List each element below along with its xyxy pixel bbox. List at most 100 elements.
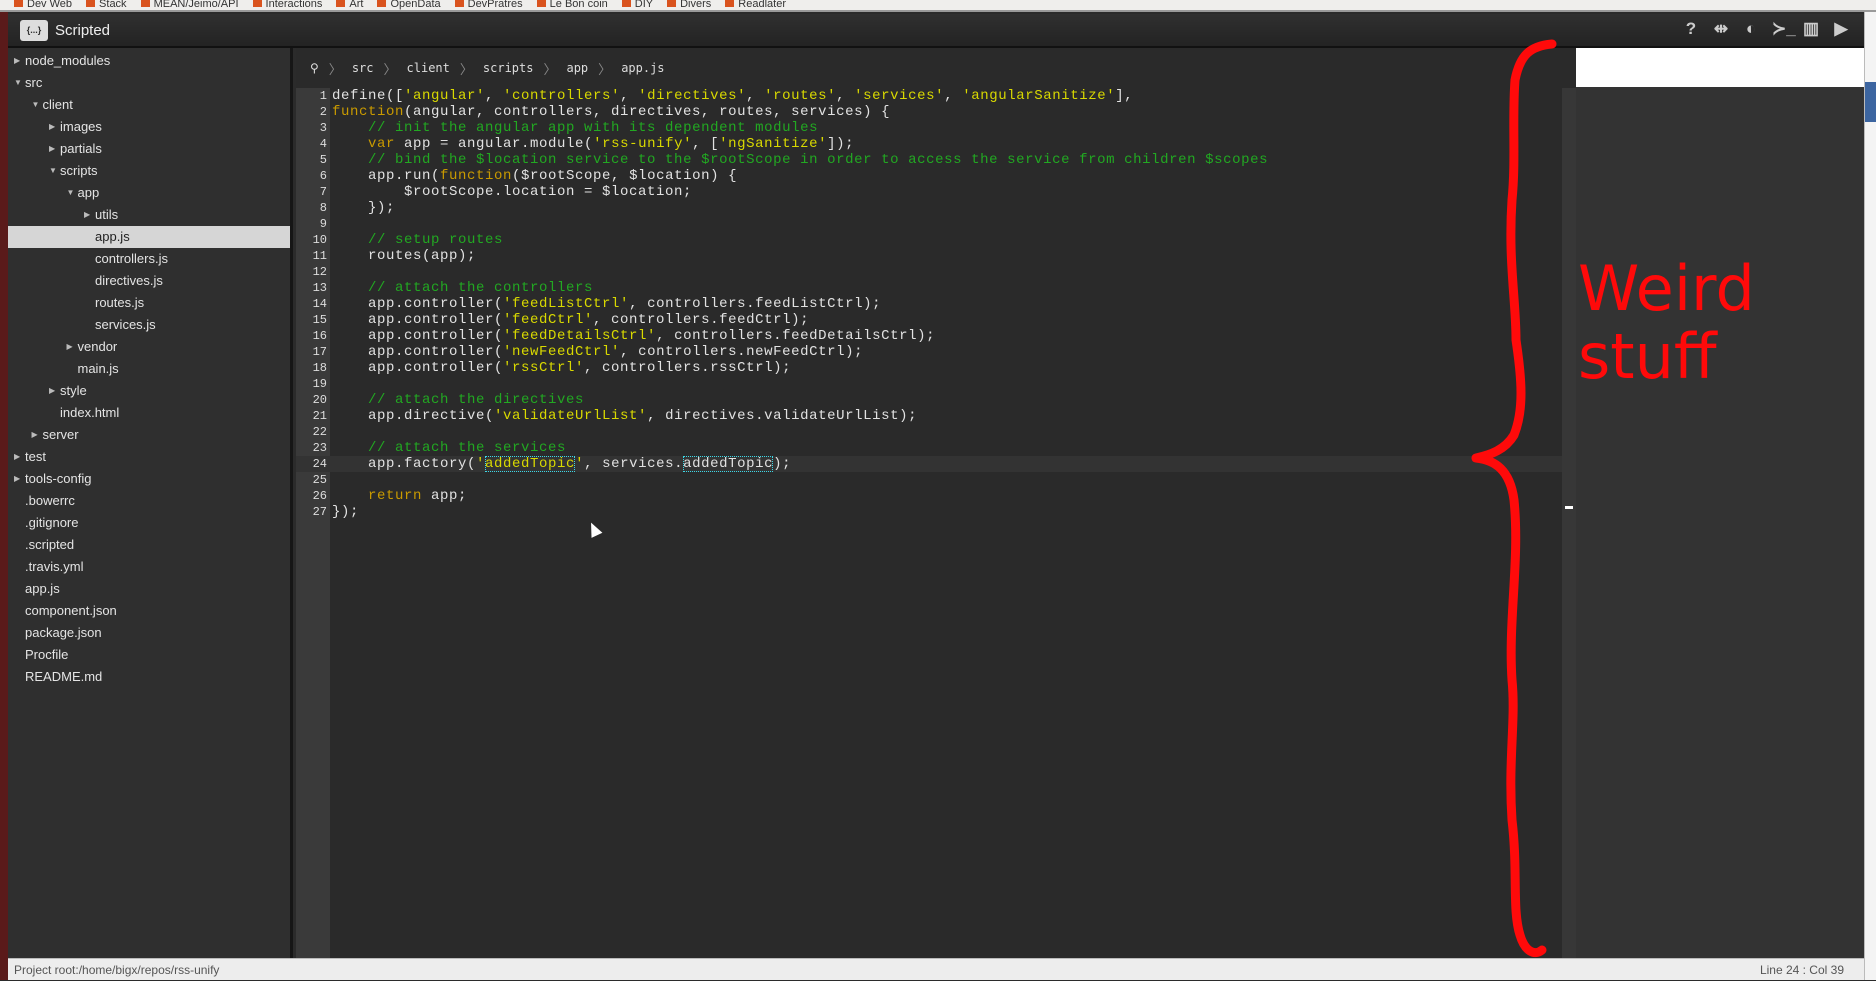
bookmark[interactable]: Readlater [725,0,786,10]
code-line[interactable]: 22 [296,424,1562,440]
breadcrumb-item[interactable]: scripts [483,61,534,75]
tree-item--bowerrc[interactable]: .bowerrc [8,490,290,512]
tree-item-src[interactable]: ▼ src [8,72,290,94]
tree-item-node-modules[interactable]: ▶ node_modules [8,50,290,72]
line-text: app.run(function($rootScope, $location) … [332,168,737,184]
tree-item-scripts[interactable]: ▼ scripts [8,160,290,182]
code-line[interactable]: 6 app.run(function($rootScope, $location… [296,168,1562,184]
code-line[interactable]: 14 app.controller('feedListCtrl', contro… [296,296,1562,312]
chevron-right-icon[interactable]: ▶ [84,204,90,226]
code-line[interactable]: 15 app.controller('feedCtrl', controller… [296,312,1562,328]
code-line[interactable]: 23 // attach the services [296,440,1562,456]
code-line[interactable]: 21 app.directive('validateUrlList', dire… [296,408,1562,424]
bookmark[interactable]: DevPratres [455,0,523,10]
tree-item--scripted[interactable]: .scripted [8,534,290,556]
tree-item-procfile[interactable]: Procfile [8,644,290,666]
tree-item-main-js[interactable]: main.js [8,358,290,380]
editor[interactable]: ⚲ 〉 src 〉 client 〉 scripts 〉 app 〉 app.js 1 define(… [296,48,1576,958]
tree-item-label: images [60,119,102,134]
breadcrumb-item[interactable]: app [566,61,588,75]
tree-item-component-json[interactable]: component.json [8,600,290,622]
tree-item-client[interactable]: ▼ client [8,94,290,116]
chevron-right-icon[interactable]: ▶ [14,446,20,468]
tree-item-tools-config[interactable]: ▶ tools-config [8,468,290,490]
tree-item-controllers-js[interactable]: controllers.js [8,248,290,270]
tree-item-app[interactable]: ▼ app [8,182,290,204]
code-line[interactable]: 17 app.controller('newFeedCtrl', control… [296,344,1562,360]
chevron-down-icon[interactable]: ▼ [67,182,75,204]
chevron-down-icon[interactable]: ▼ [32,94,40,116]
code-line[interactable]: 25 [296,472,1562,488]
tree-item-package-json[interactable]: package.json [8,622,290,644]
code-line[interactable]: 18 app.controller('rssCtrl', controllers… [296,360,1562,376]
code-line[interactable]: 24 app.factory('addedTopic', services.ad… [296,456,1562,472]
bookmark[interactable]: Art [336,0,363,10]
run-icon[interactable]: ▶ [1832,19,1850,39]
tree-item-routes-js[interactable]: routes.js [8,292,290,314]
breadcrumb-item[interactable]: client [407,61,450,75]
chevron-right-icon[interactable]: ▶ [14,50,20,72]
bookmark[interactable]: Dev Web [14,0,72,10]
code-line[interactable]: 26 return app; [296,488,1562,504]
breadcrumb-item[interactable]: src [352,61,374,75]
chevron-right-icon[interactable]: ▶ [49,138,55,160]
console-icon[interactable]: ≻_ [1772,19,1796,39]
bookmark[interactable]: OpenData [377,0,440,10]
chevron-right-icon[interactable]: ▶ [14,468,20,490]
code-line[interactable]: 13 // attach the controllers [296,280,1562,296]
bookmark[interactable]: Divers [667,0,711,10]
token-p: , [944,88,963,104]
code-line[interactable]: 3 // init the angular app with its depen… [296,120,1562,136]
code-line[interactable]: 1 define(['angular', 'controllers', 'dire… [296,88,1562,104]
side-panel-toggle-icon[interactable]: ⇹ [1712,19,1730,39]
code-line[interactable]: 11 routes(app); [296,248,1562,264]
bookmark[interactable]: MEAN/Jeimo/API [141,0,239,10]
tree-item-app-js[interactable]: app.js [8,578,290,600]
tree-item-style[interactable]: ▶ style [8,380,290,402]
code-line[interactable]: 16 app.controller('feedDetailsCtrl', con… [296,328,1562,344]
token-p: ); [773,456,792,472]
line-text: var app = angular.module('rss-unify', ['… [332,136,854,152]
tree-item-server[interactable]: ▶ server [8,424,290,446]
bookmark[interactable]: DIY [622,0,653,10]
overview-ruler[interactable] [1562,88,1576,958]
chevron-down-icon[interactable]: ▼ [14,72,22,94]
tree-item-partials[interactable]: ▶ partials [8,138,290,160]
tree-item-label: .scripted [25,537,75,552]
chevron-right-icon[interactable]: ▶ [32,424,38,446]
theme-icon[interactable]: ◐ [1742,19,1760,39]
layout-icon[interactable]: ▥ [1802,19,1820,39]
tree-item-utils[interactable]: ▶ utils [8,204,290,226]
code-line[interactable]: 8 }); [296,200,1562,216]
tree-item-test[interactable]: ▶ test [8,446,290,468]
bookmark[interactable]: Le Bon coin [537,0,608,10]
code-line[interactable]: 27}); [296,504,1562,520]
code-line[interactable]: 10 // setup routes [296,232,1562,248]
code-line[interactable]: 9 [296,216,1562,232]
tree-item--gitignore[interactable]: .gitignore [8,512,290,534]
code-line[interactable]: 5 // bind the $location service to the $… [296,152,1562,168]
chevron-right-icon[interactable]: ▶ [49,380,55,402]
code-line[interactable]: 4 var app = angular.module('rss-unify', … [296,136,1562,152]
tree-item-vendor[interactable]: ▶ vendor [8,336,290,358]
help-icon[interactable]: ? [1682,19,1700,39]
tree-item-index-html[interactable]: index.html [8,402,290,424]
tree-item-readme-md[interactable]: README.md [8,666,290,688]
code-line[interactable]: 19 [296,376,1562,392]
code-line[interactable]: 12 [296,264,1562,280]
chevron-right-icon[interactable]: ▶ [67,336,73,358]
code-line[interactable]: 20 // attach the directives [296,392,1562,408]
bookmark[interactable]: Interactions [253,0,323,10]
tree-item-app-js[interactable]: app.js [8,226,290,248]
tree-item-images[interactable]: ▶ images [8,116,290,138]
chevron-down-icon[interactable]: ▼ [49,160,57,182]
bookmark[interactable]: Stack [86,0,127,10]
code-line[interactable]: 7 $rootScope.location = $location; [296,184,1562,200]
tree-item-directives-js[interactable]: directives.js [8,270,290,292]
code-line[interactable]: 2 function(angular, controllers, directiv… [296,104,1562,120]
tree-item--travis-yml[interactable]: .travis.yml [8,556,290,578]
code-area[interactable]: 1 define(['angular', 'controllers', 'dire… [296,88,1562,520]
chevron-right-icon[interactable]: ▶ [49,116,55,138]
breadcrumb-item[interactable]: app.js [621,61,664,75]
tree-item-services-js[interactable]: services.js [8,314,290,336]
